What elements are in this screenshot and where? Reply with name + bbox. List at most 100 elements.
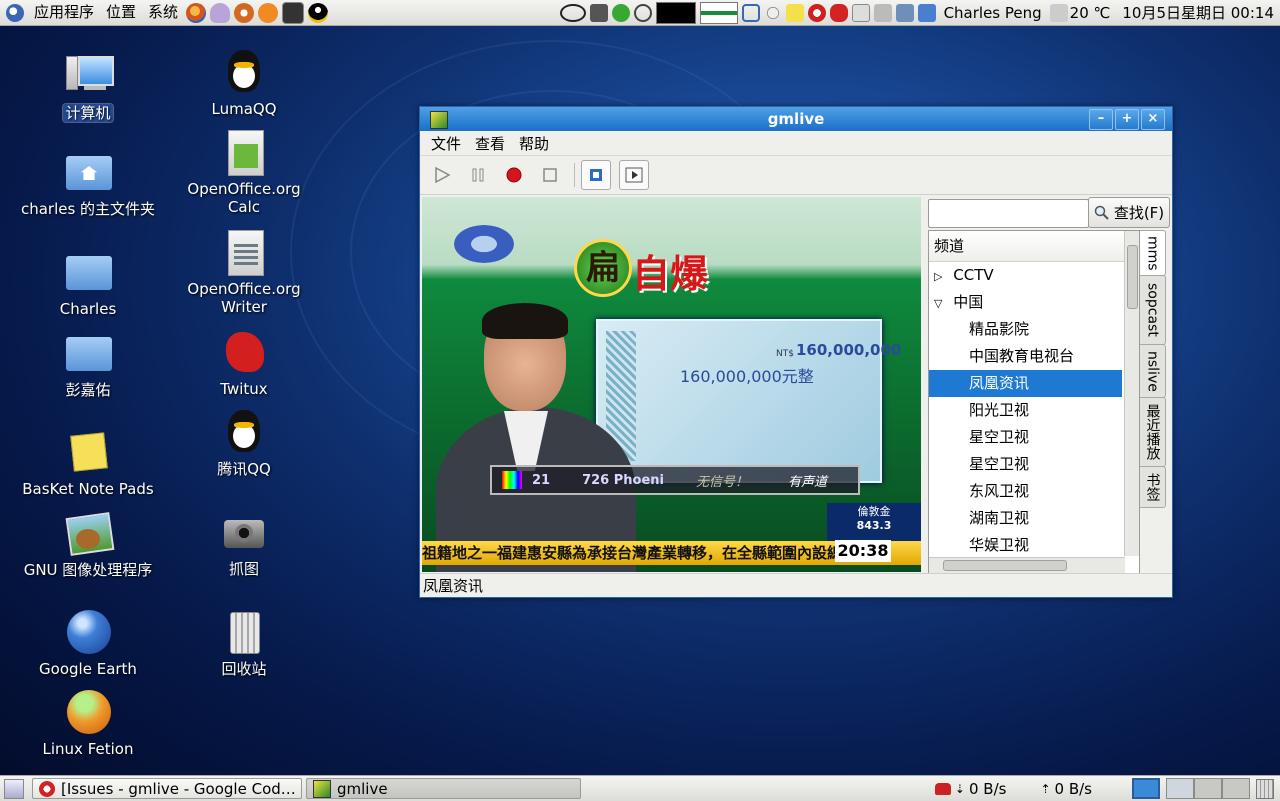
taskbar-item-gmlive[interactable]: gmlive	[306, 778, 581, 799]
tree-row-channel[interactable]: 星空卫视	[929, 451, 1122, 478]
qq-launcher-icon[interactable]	[308, 2, 329, 23]
expander-down-icon[interactable]: ▽	[934, 297, 942, 310]
firefox-launcher-icon[interactable]	[186, 2, 207, 23]
home-folder-icon	[64, 150, 112, 196]
system-menu[interactable]: 系统	[142, 0, 184, 25]
fetion-tray-icon[interactable]	[807, 3, 826, 22]
workspace-2[interactable]	[1166, 778, 1194, 799]
search-button[interactable]: 查找(F)	[1088, 197, 1170, 228]
menu-view[interactable]: 查看	[468, 133, 512, 154]
desktop-icon-tencent-qq[interactable]: 腾讯QQ	[169, 410, 319, 478]
taskbar-item-browser[interactable]: [Issues - gmlive - Google Cod…	[32, 778, 302, 799]
desktop-icon-trash[interactable]: 回收站	[169, 610, 319, 678]
toggle-sidebar-button[interactable]	[619, 160, 649, 190]
tree-row-label: 中国教育电视台	[969, 347, 1075, 365]
download-arrow-icon: ⇣	[954, 781, 965, 796]
tree-row-channel[interactable]: 星空卫视	[929, 424, 1122, 451]
tree-row-label: CCTV	[953, 266, 994, 284]
power-icon[interactable]	[633, 3, 652, 22]
tree-row-channel-selected[interactable]: 凤凰资讯	[929, 370, 1122, 397]
workspace-1[interactable]	[1132, 778, 1160, 799]
running-man-icon[interactable]	[611, 3, 630, 22]
video-display[interactable]: 扁 自爆 NT$ 160,000,000 160,000,000元整 21 72…	[422, 197, 921, 572]
tree-row-cctv[interactable]: ▷ CCTV	[929, 262, 1127, 289]
desktop-icon-google-earth[interactable]: Google Earth	[13, 610, 163, 678]
gnome-foot-icon[interactable]	[6, 3, 24, 22]
workspace-3[interactable]	[1194, 778, 1222, 799]
tree-row-china[interactable]: ▽ 中国	[929, 289, 1127, 316]
workspace-switcher-icon[interactable]	[589, 3, 608, 22]
expander-right-icon[interactable]: ▷	[934, 270, 942, 283]
settings-launcher-icon[interactable]	[234, 2, 255, 23]
desktop-icon-fetion[interactable]: Linux Fetion	[13, 690, 163, 758]
clock[interactable]: 10月5日星期日 00:14	[1116, 2, 1280, 23]
tree-row-channel[interactable]: 精品影院	[929, 316, 1122, 343]
media-launcher-icon[interactable]	[258, 2, 279, 23]
tree-row-channel[interactable]: 中国教育电视台	[929, 343, 1122, 370]
desktop-icon-pengjiayou[interactable]: 彭嘉佑	[13, 331, 163, 399]
desktop-icon-charles[interactable]: Charles	[13, 250, 163, 318]
twitux-tray-icon[interactable]	[829, 3, 848, 22]
tab-sopcast[interactable]: sopcast	[1140, 275, 1166, 345]
tree-row-channel[interactable]: 东风卫视	[929, 478, 1122, 505]
desktop-icon-screenshot[interactable]: 抓图	[169, 510, 319, 578]
record-button[interactable]	[500, 161, 528, 189]
scroll-thumb[interactable]	[943, 560, 1067, 571]
trash-applet-icon[interactable]	[1256, 778, 1274, 799]
wireless-icon[interactable]	[873, 3, 892, 22]
weather-icon[interactable]	[1049, 3, 1068, 22]
tree-row-label: 中国	[953, 293, 984, 311]
channel-number: 21	[532, 472, 551, 488]
terminal-launcher-icon[interactable]	[282, 1, 305, 24]
tree-vertical-scrollbar[interactable]	[1124, 231, 1139, 556]
play-button[interactable]	[428, 161, 456, 189]
desktop-icon-computer[interactable]: 计算机	[13, 54, 163, 122]
stop-button[interactable]	[536, 161, 564, 189]
applications-menu[interactable]: 应用程序	[28, 0, 100, 25]
tree-row-channel[interactable]: 湖南卫视	[929, 505, 1122, 532]
search-input[interactable]	[928, 199, 1089, 228]
scroll-thumb[interactable]	[1127, 245, 1138, 309]
desktop-icon-twitux[interactable]: Twitux	[169, 330, 319, 398]
tree-row-channel[interactable]: 华娱卫视	[929, 532, 1122, 559]
tab-recent[interactable]: 最近播放	[1140, 397, 1166, 467]
show-desktop-icon[interactable]	[4, 778, 24, 799]
mail-icon[interactable]	[851, 3, 870, 22]
desktop-icon-calc[interactable]: OpenOffice.org Calc	[169, 130, 319, 216]
network-applet-icon[interactable]	[741, 3, 760, 22]
tree-horizontal-scrollbar[interactable]	[929, 557, 1125, 573]
glasses-icon[interactable]	[559, 3, 586, 22]
check-currency: NT$	[776, 349, 794, 359]
maximize-button[interactable]: +	[1115, 109, 1139, 130]
pause-button[interactable]	[464, 161, 492, 189]
tree-row-label: 阳光卫视	[969, 401, 1030, 419]
workspace-4[interactable]	[1222, 778, 1250, 799]
minimize-button[interactable]: –	[1089, 109, 1113, 130]
fullscreen-button[interactable]	[581, 160, 611, 190]
tree-row-channel[interactable]: 阳光卫视	[929, 397, 1122, 424]
bluetooth-icon[interactable]	[917, 3, 936, 22]
menu-help[interactable]: 帮助	[512, 133, 556, 154]
pidgin-launcher-icon[interactable]	[210, 2, 231, 23]
tree-column-header[interactable]: 频道	[929, 231, 1129, 262]
close-button[interactable]: ×	[1141, 109, 1165, 130]
desktop-icon-basket[interactable]: BasKet Note Pads	[13, 430, 163, 498]
network-connections-icon[interactable]	[895, 3, 914, 22]
tab-mms[interactable]: mms	[1140, 230, 1166, 276]
brightness-icon[interactable]	[763, 3, 782, 22]
channel-tree[interactable]: 频道 ▷ CCTV ▽ 中国 精品影院 中国教育电视台 凤凰资讯 阳光卫视 星空…	[928, 230, 1140, 574]
trash-icon	[220, 610, 268, 656]
desktop-icon-home[interactable]: charles 的主文件夹	[13, 150, 163, 218]
menu-file[interactable]: 文件	[424, 133, 468, 154]
window-titlebar[interactable]: gmlive – + ×	[420, 107, 1172, 131]
places-menu[interactable]: 位置	[100, 0, 142, 25]
desktop-icon-writer[interactable]: OpenOffice.org Writer	[169, 230, 319, 316]
tab-bookmarks[interactable]: 书签	[1140, 466, 1166, 508]
tab-nslive[interactable]: nslive	[1140, 344, 1166, 398]
desktop-icon-lumaqq[interactable]: LumaQQ	[169, 50, 319, 118]
desktop-icon-gimp[interactable]: GNU 图像处理程序	[13, 511, 163, 579]
temperature[interactable]: 20 ℃	[1070, 4, 1117, 22]
market-box: 倫敦金 843.3	[827, 503, 921, 543]
notes-icon[interactable]	[785, 3, 804, 22]
user-name[interactable]: Charles Peng	[938, 4, 1048, 22]
